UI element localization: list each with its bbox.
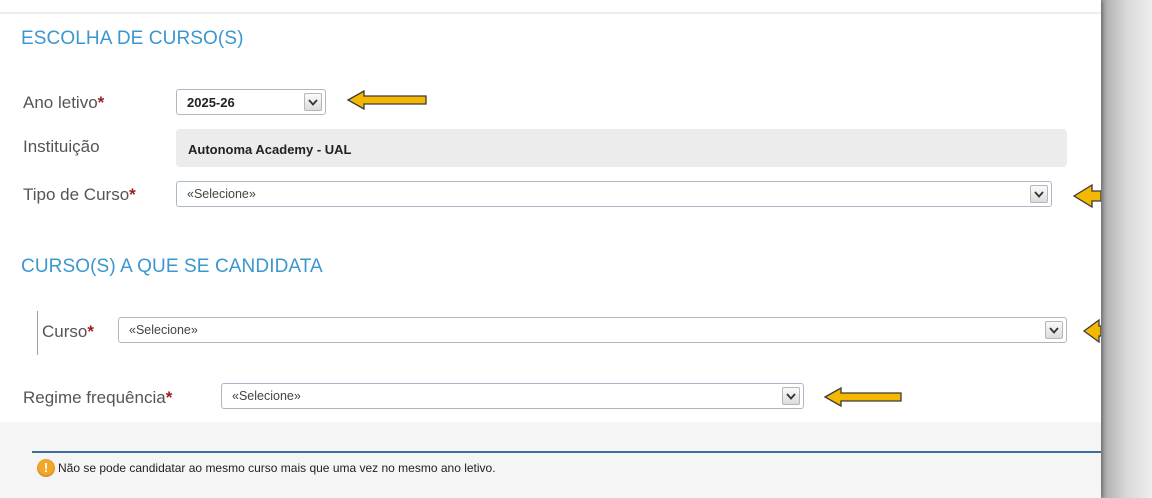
required-asterisk: *: [97, 93, 105, 112]
required-asterisk: *: [165, 388, 173, 407]
course-selection-panel: ESCOLHA DE CURSO(S) Ano letivo* 2025-26 …: [0, 0, 1101, 498]
section-title-escolha: ESCOLHA DE CURSO(S): [21, 28, 244, 49]
chevron-down-icon[interactable]: [1045, 321, 1063, 339]
panel-top-border: [0, 12, 1101, 15]
tipo-curso-label: Tipo de Curso*: [23, 185, 136, 204]
chevron-down-icon[interactable]: [304, 93, 322, 111]
regime-frequencia-value: «Selecione»: [232, 389, 301, 403]
section-title-candidata: CURSO(S) A QUE SE CANDIDATA: [21, 256, 323, 277]
left-arrow-icon: [1072, 183, 1101, 209]
notice-divider: [32, 451, 1101, 453]
ano-letivo-value: 2025-26: [187, 95, 235, 110]
warning-icon: !: [37, 459, 55, 477]
curso-select[interactable]: «Selecione»: [118, 317, 1067, 343]
ano-letivo-select[interactable]: 2025-26: [176, 89, 326, 115]
required-asterisk: *: [129, 185, 136, 204]
chevron-down-icon[interactable]: [1030, 185, 1048, 203]
curso-value: «Selecione»: [129, 323, 198, 337]
instituicao-value: Autonoma Academy - UAL: [188, 142, 352, 157]
instituicao-label: Instituição: [23, 137, 100, 156]
curso-label: Curso*: [42, 322, 94, 341]
tipo-curso-value: «Selecione»: [187, 187, 256, 201]
left-arrow-icon: [823, 386, 902, 408]
ano-letivo-label: Ano letivo*: [23, 93, 105, 112]
chevron-down-icon[interactable]: [782, 387, 800, 405]
curso-group-bar: [37, 311, 38, 355]
regime-frequencia-select[interactable]: «Selecione»: [221, 383, 804, 409]
window-shadow: [1096, 0, 1152, 498]
left-arrow-icon: [346, 89, 427, 111]
left-arrow-icon: [1082, 318, 1101, 344]
tipo-curso-select[interactable]: «Selecione»: [176, 181, 1052, 207]
instituicao-field: Autonoma Academy - UAL: [176, 129, 1067, 167]
required-asterisk: *: [87, 322, 94, 341]
regime-frequencia-label: Regime frequência*: [23, 388, 173, 407]
notice-message: ! Não se pode candidatar ao mesmo curso …: [37, 459, 496, 477]
notice-text: Não se pode candidatar ao mesmo curso ma…: [58, 461, 496, 475]
